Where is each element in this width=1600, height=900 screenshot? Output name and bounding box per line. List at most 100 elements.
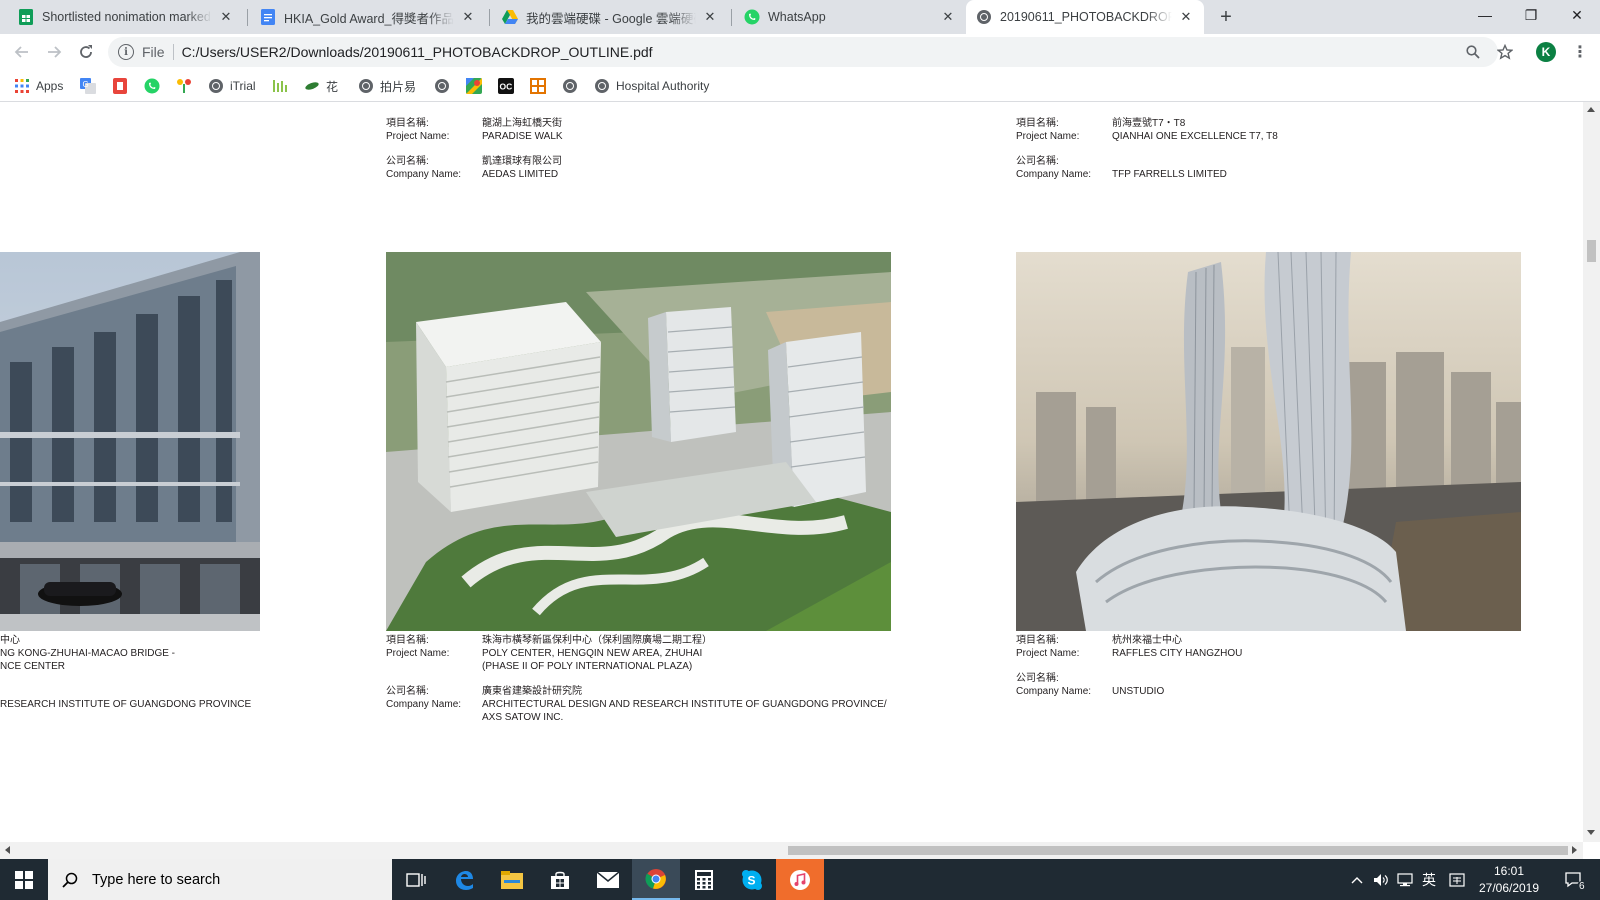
forward-button[interactable]	[42, 40, 66, 64]
bookmark-photo[interactable]: 拍片易	[358, 76, 416, 96]
company-label-zh: 公司名稱:	[1016, 156, 1059, 167]
network-icon[interactable]	[1394, 859, 1416, 900]
company-label-zh: 公司名稱:	[386, 156, 429, 167]
mail-taskbar-icon[interactable]	[584, 859, 632, 900]
bookmark-red-app[interactable]	[112, 76, 128, 96]
close-tab-icon[interactable]: ✕	[218, 9, 234, 25]
scroll-up-arrow[interactable]	[1587, 107, 1595, 112]
browser-toolbar: i File C:/Users/USER2/Downloads/20190611…	[0, 34, 1600, 70]
bookmark-label: iTrial	[230, 79, 256, 93]
edge-taskbar-icon[interactable]	[440, 859, 488, 900]
file-explorer-taskbar-icon[interactable]	[488, 859, 536, 900]
bookmark-globe-1[interactable]	[434, 76, 450, 96]
bookmark-whatsapp[interactable]	[144, 76, 160, 96]
tab-strip: Shortlisted nonimation marked w ✕ HKIA_G…	[0, 0, 1600, 34]
tab-title: HKIA_Gold Award_得獎者作品及	[284, 11, 454, 26]
svg-text:S: S	[748, 873, 756, 887]
close-window-button[interactable]: ✕	[1554, 0, 1600, 30]
info-icon[interactable]: i	[118, 44, 134, 60]
close-tab-icon[interactable]: ✕	[460, 9, 476, 25]
tab-shortlisted[interactable]: Shortlisted nonimation marked w ✕	[8, 0, 244, 34]
close-tab-icon[interactable]: ✕	[1178, 9, 1194, 25]
system-clock[interactable]: 16:01 27/06/2019	[1474, 863, 1544, 897]
start-button[interactable]	[0, 859, 48, 900]
project-label-zh: 項目名稱:	[386, 118, 429, 129]
scroll-right-arrow[interactable]	[1572, 846, 1577, 854]
bookmark-apps[interactable]: Apps	[14, 76, 63, 96]
project-name-en: QIANHAI ONE EXCELLENCE T7, T8	[1112, 131, 1278, 142]
ime-mode-icon[interactable]	[1446, 859, 1468, 900]
minimize-button[interactable]: —	[1462, 0, 1508, 30]
vertical-scroll-thumb[interactable]	[1587, 240, 1596, 262]
calculator-taskbar-icon[interactable]	[680, 859, 728, 900]
tab-title: WhatsApp	[768, 10, 826, 24]
tab-google-drive[interactable]: 我的雲端硬碟 - Google 雲端硬碟 ✕	[492, 0, 728, 34]
bookmark-hospital-authority[interactable]: Hospital Authority	[594, 76, 709, 96]
bookmark-globe-2[interactable]	[562, 76, 578, 96]
tab-whatsapp[interactable]: WhatsApp ✕	[734, 0, 966, 34]
project-name-zh: 前海壹號T7・T8	[1112, 118, 1186, 129]
volume-icon[interactable]	[1370, 859, 1392, 900]
restore-button[interactable]: ❐	[1508, 0, 1554, 30]
show-hidden-icons-chevron[interactable]	[1346, 859, 1368, 900]
search-placeholder: Type here to search	[92, 871, 221, 888]
ime-language-indicator[interactable]: 英	[1418, 859, 1440, 900]
new-tab-button[interactable]: +	[1214, 6, 1238, 30]
skype-taskbar-icon[interactable]: S	[728, 859, 776, 900]
reload-button[interactable]	[74, 40, 98, 64]
profile-avatar[interactable]: K	[1536, 42, 1556, 62]
svg-text:OC: OC	[500, 82, 513, 92]
photo-bridge-control-center	[0, 252, 260, 631]
bookmark-star-icon[interactable]	[1495, 42, 1515, 62]
bookmark-google-translate[interactable]: G	[80, 76, 96, 96]
url-text[interactable]: C:/Users/USER2/Downloads/20190611_PHOTOB…	[182, 44, 653, 60]
svg-text:G: G	[83, 80, 89, 89]
chrome-taskbar-icon[interactable]	[632, 859, 680, 900]
project-name-en-1: POLY CENTER, HENGQIN NEW AREA, ZHUHAI	[482, 648, 703, 659]
close-tab-icon[interactable]: ✕	[940, 9, 956, 25]
project-label-en: Project Name:	[386, 648, 450, 659]
url-scheme: File	[142, 44, 165, 60]
drive-icon	[502, 9, 518, 25]
clock-time: 16:01	[1493, 864, 1525, 878]
tab-title: 20190611_PHOTOBACKDROP_OU	[1000, 10, 1172, 24]
project-label-en: Project Name:	[1016, 131, 1080, 142]
horizontal-scroll-thumb[interactable]	[788, 846, 1568, 855]
pdf-viewer[interactable]: 項目名稱: Project Name: 龍湖上海虹橋天街 PARADISE WA…	[0, 102, 1583, 842]
omnibox-separator	[172, 44, 174, 60]
zoom-icon[interactable]	[1463, 42, 1483, 62]
close-tab-icon[interactable]: ✕	[702, 9, 718, 25]
vertical-scrollbar[interactable]	[1583, 102, 1600, 842]
bookmark-itrial[interactable]: iTrial	[208, 76, 256, 96]
tab-hkia-gold-award[interactable]: HKIA_Gold Award_得獎者作品及 ✕	[250, 0, 486, 34]
menu-icon[interactable]: ⋮	[1570, 42, 1590, 62]
tree-icon	[176, 78, 192, 94]
bookmark-label: 花	[326, 79, 339, 94]
partial-company-name-en: RESEARCH INSTITUTE OF GUANGDONG PROVINCE	[0, 699, 252, 710]
bookmark-maps[interactable]	[466, 76, 482, 96]
address-bar[interactable]: i File C:/Users/USER2/Downloads/20190611…	[108, 37, 1498, 67]
globe-icon	[208, 78, 224, 94]
oc-icon: OC	[498, 78, 514, 94]
tab-photobackdrop-pdf[interactable]: 20190611_PHOTOBACKDROP_OU ✕	[966, 0, 1204, 34]
itunes-taskbar-icon[interactable]	[776, 859, 824, 900]
bookmark-green-app[interactable]	[272, 76, 288, 96]
project-label-zh: 項目名稱:	[386, 635, 429, 646]
bookmark-oc[interactable]: OC	[498, 76, 514, 96]
scroll-left-arrow[interactable]	[5, 846, 10, 854]
bookmark-flower[interactable]: 花	[304, 76, 338, 96]
bookmark-orange-app[interactable]	[530, 76, 546, 96]
task-view-button[interactable]	[392, 859, 440, 900]
company-label-en: Company Name:	[1016, 686, 1092, 697]
horizontal-scrollbar[interactable]	[0, 842, 1583, 859]
action-center-button[interactable]: 6	[1556, 859, 1592, 900]
taskbar-search[interactable]: Type here to search	[48, 859, 392, 900]
store-taskbar-icon[interactable]	[536, 859, 584, 900]
company-name-zh: 廣東省建築設計研究院	[482, 686, 582, 697]
company-name-en: AEDAS LIMITED	[482, 169, 559, 180]
bookmark-tree-app[interactable]	[176, 76, 192, 96]
scroll-down-arrow[interactable]	[1587, 830, 1595, 835]
company-label-en: Company Name:	[386, 169, 462, 180]
project-label-zh: 項目名稱:	[1016, 118, 1059, 129]
back-button[interactable]	[10, 40, 34, 64]
